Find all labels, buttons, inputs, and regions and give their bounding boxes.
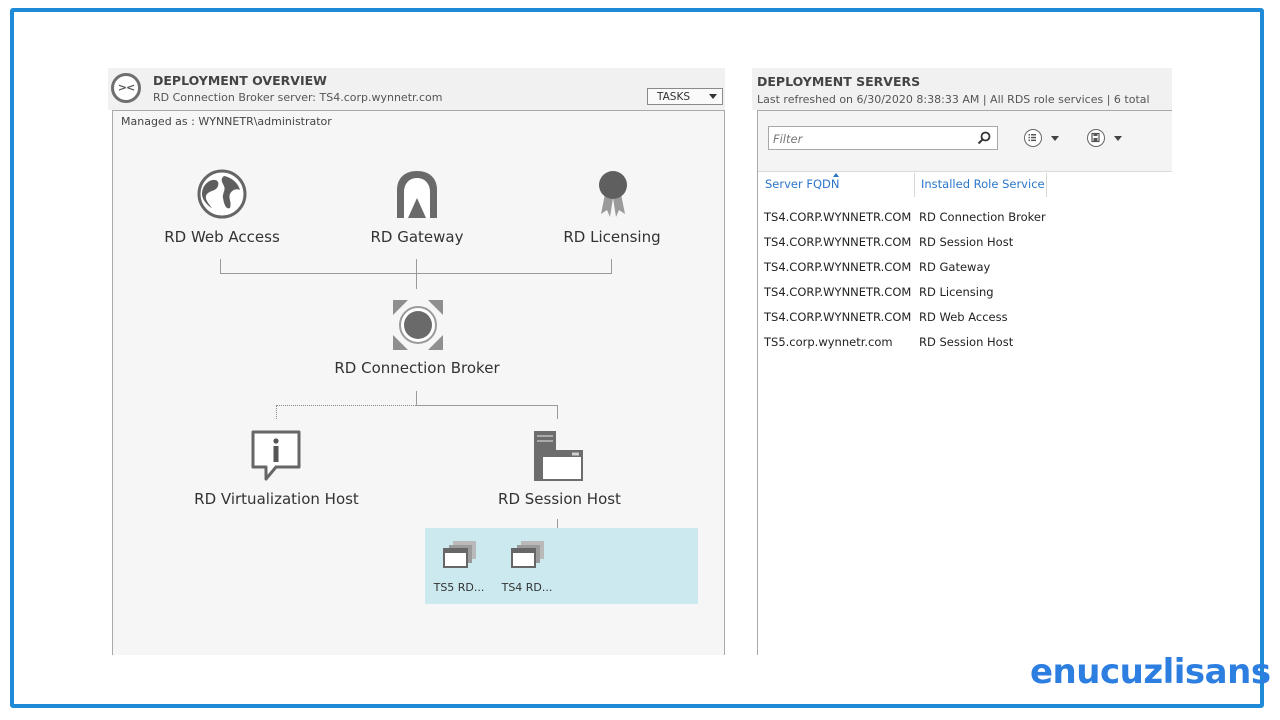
overview-subtitle: RD Connection Broker server: TS4.corp.wy… [153,91,443,104]
role-label-web-access[interactable]: RD Web Access [162,228,282,246]
windows-stack-icon [511,541,544,568]
list-icon [1024,129,1042,147]
broker-icon[interactable] [392,299,444,351]
connector-line [220,259,221,274]
role-label-gateway[interactable]: RD Gateway [357,228,477,246]
role-service-cell: RD Session Host [919,335,1014,349]
managed-as-label: Managed as : WYNNETR\administrator [121,115,332,128]
deployment-servers-panel: Filter Server FQDN Installed Role Servic… [757,110,1172,655]
server-window-icon[interactable] [532,429,586,483]
overview-title: DEPLOYMENT OVERVIEW [153,73,327,88]
table-row[interactable]: TS4.CORP.WYNNETR.COM RD Session Host [758,235,1172,257]
role-service-cell: RD Licensing [919,285,994,299]
role-service-cell: RD Session Host [919,235,1014,249]
connector-line [611,259,612,274]
remote-desktop-icon: >< [111,73,141,103]
session-host-servers: TS5 RD... TS4 RD... [425,528,698,604]
save-icon [1087,129,1105,147]
server-fqdn-cell: TS4.CORP.WYNNETR.COM [764,285,912,299]
table-row[interactable]: TS4.CORP.WYNNETR.COM RD Web Access [758,310,1172,332]
connector-line [416,391,417,406]
connector-line [416,259,417,289]
servers-title: DEPLOYMENT SERVERS [757,74,921,89]
server-fqdn-cell: TS4.CORP.WYNNETR.COM [764,235,912,249]
chevron-down-icon [1051,136,1059,141]
list-view-button[interactable] [1024,129,1070,149]
servers-subtitle: Last refreshed on 6/30/2020 8:38:33 AM |… [757,93,1150,106]
session-host-server-ts4[interactable]: TS4 RD... [496,538,558,598]
connector-line [557,405,558,419]
role-label-licensing[interactable]: RD Licensing [552,228,672,246]
server-fqdn-cell: TS4.CORP.WYNNETR.COM [764,260,912,274]
table-row[interactable]: TS5.corp.wynnetr.com RD Session Host [758,335,1172,357]
gateway-icon[interactable] [393,168,441,220]
connector-line [220,273,612,274]
column-header-installed-role[interactable]: Installed Role Service [921,177,1045,191]
dotted-connector-line [276,405,277,419]
column-header-server-fqdn[interactable]: Server FQDN [765,177,840,191]
windows-stack-icon [443,541,476,568]
deployment-overview-header: >< DEPLOYMENT OVERVIEW RD Connection Bro… [108,68,725,110]
role-service-cell: RD Connection Broker [919,210,1046,224]
server-fqdn-cell: TS5.corp.wynnetr.com [764,335,893,349]
globe-icon[interactable] [196,168,248,220]
chevron-down-icon [709,94,717,99]
info-bubble-icon[interactable] [250,429,302,483]
search-icon[interactable] [977,131,991,145]
chevron-down-icon [1114,136,1122,141]
save-query-button[interactable] [1087,129,1133,149]
brand-logo-text: enucuzlisans [1030,652,1271,692]
role-service-cell: RD Web Access [919,310,1008,324]
connector-line [557,519,558,528]
deployment-servers-header: DEPLOYMENT SERVERS Last refreshed on 6/3… [752,68,1172,110]
server-fqdn-cell: TS4.CORP.WYNNETR.COM [764,210,912,224]
column-separator [914,173,915,197]
server-fqdn-cell: TS4.CORP.WYNNETR.COM [764,310,912,324]
session-host-label: TS5 RD... [433,581,485,594]
role-label-virtualization-host[interactable]: RD Virtualization Host [179,490,374,508]
dotted-connector-line [276,405,416,406]
table-row[interactable]: TS4.CORP.WYNNETR.COM RD Gateway [758,260,1172,282]
role-service-cell: RD Gateway [919,260,991,274]
session-host-server-ts5[interactable]: TS5 RD... [428,538,490,598]
role-label-session-host[interactable]: RD Session Host [477,490,642,508]
ribbon-award-icon[interactable] [595,168,631,220]
tasks-dropdown[interactable]: TASKS [647,88,723,105]
tasks-label: TASKS [657,91,690,103]
filter-input[interactable]: Filter [768,126,998,150]
filter-placeholder: Filter [773,132,803,146]
column-separator [1046,173,1047,197]
table-row[interactable]: TS4.CORP.WYNNETR.COM RD Licensing [758,285,1172,307]
table-row[interactable]: TS4.CORP.WYNNETR.COM RD Connection Broke… [758,210,1172,232]
deployment-overview-panel: Managed as : WYNNETR\administrator RD We… [112,110,725,655]
connector-line [416,405,558,406]
role-label-connection-broker[interactable]: RD Connection Broker [327,359,507,377]
session-host-label: TS4 RD... [501,581,553,594]
servers-toolbar: Filter [758,111,1172,172]
